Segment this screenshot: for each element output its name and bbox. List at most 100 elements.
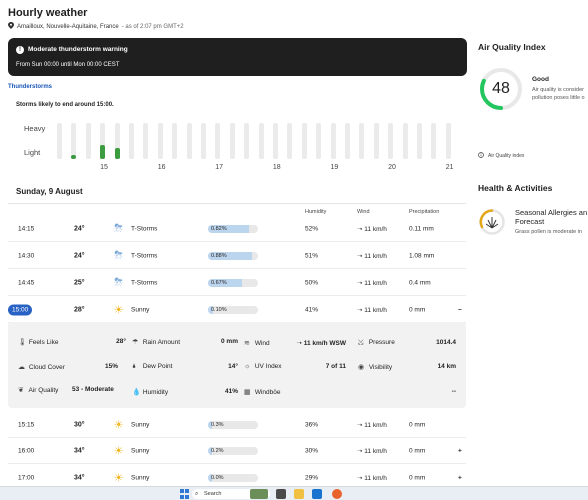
hour-condition: T-Storms bbox=[131, 252, 158, 259]
air-quality-status: Good bbox=[532, 76, 549, 83]
settings-icon[interactable] bbox=[312, 489, 322, 499]
intensity-bar bbox=[445, 123, 451, 159]
windows-start-icon[interactable] bbox=[180, 489, 190, 499]
intensity-bar bbox=[316, 123, 322, 159]
intensity-bar bbox=[301, 123, 307, 159]
detail-pressure-value: 1014.4 bbox=[436, 339, 456, 346]
precip-chance-bar: 0.2% bbox=[208, 446, 258, 455]
hour-wind: ➝ 11 km/h bbox=[357, 474, 387, 482]
droplet-icon: 💧 bbox=[132, 389, 141, 396]
hour-time: 15:00 bbox=[8, 304, 33, 315]
detail-dew-point-value: 14° bbox=[228, 363, 238, 370]
intensity-bar bbox=[172, 123, 178, 159]
hour-precipitation: 0 mm bbox=[409, 306, 426, 313]
sun-icon: ☀ bbox=[113, 445, 124, 457]
expand-toggle-icon[interactable]: − bbox=[458, 306, 462, 313]
hour-time: 15:15 bbox=[18, 421, 35, 428]
hour-humidity: 51% bbox=[305, 252, 319, 259]
thunderstorm-icon: ⛈ bbox=[114, 276, 123, 288]
firefox-icon[interactable] bbox=[332, 489, 342, 499]
hour-condition: Sunny bbox=[131, 474, 150, 481]
table-row[interactable]: 15:00 28° ☀ Sunny 0.10% 41% ➝ 11 km/h 0 mm − bbox=[8, 297, 466, 323]
page-title: Hourly weather bbox=[8, 7, 88, 19]
detail-rain-amount-value: 0 mm bbox=[221, 338, 238, 345]
expand-toggle-icon[interactable]: + bbox=[458, 474, 462, 481]
intensity-bar bbox=[143, 123, 149, 159]
detail-air-quality: ❦ Air Quality bbox=[18, 387, 59, 394]
intensity-bar bbox=[330, 123, 336, 159]
air-quality-gauge[interactable]: 48 bbox=[478, 66, 524, 112]
umbrella-icon: ☂ bbox=[132, 339, 139, 346]
hour-humidity: 41% bbox=[305, 306, 319, 313]
intensity-bar bbox=[258, 123, 264, 159]
intensity-bar bbox=[129, 123, 134, 159]
precip-chance-bar: 0.0% bbox=[208, 473, 258, 482]
search-icon: ⌕ bbox=[195, 491, 199, 497]
thunderstorm-icon: ⛈ bbox=[114, 249, 123, 261]
task-view-icon[interactable] bbox=[276, 489, 286, 499]
allergy-forecast-title[interactable]: Seasonal Allergies an Forecast bbox=[515, 208, 587, 226]
hour-condition: Sunny bbox=[131, 306, 150, 313]
hour-precipitation: 1.08 mm bbox=[409, 252, 435, 259]
precip-chance: 0.82% bbox=[211, 225, 227, 232]
location-pin-icon bbox=[8, 22, 14, 31]
expand-toggle-icon[interactable]: + bbox=[458, 447, 462, 454]
hour-precipitation: 0 mm bbox=[409, 474, 426, 481]
hour-wind: ➝ 11 km/h bbox=[357, 306, 387, 314]
date-heading: Sunday, 9 August bbox=[16, 187, 83, 196]
windows-taskbar: ⌕ Search bbox=[0, 486, 588, 500]
detail-wind-value: ➝ 11 km/h WSW bbox=[296, 340, 346, 347]
table-row[interactable]: 17:00 34° ☀ Sunny 0.0% 29% ➝ 11 km/h 0 mm + bbox=[8, 465, 466, 486]
eye-icon: ◉ bbox=[358, 364, 365, 371]
precip-chance: 0.67% bbox=[211, 279, 227, 286]
x-tick-label: 19 bbox=[330, 164, 339, 171]
intensity-bar bbox=[157, 123, 163, 159]
table-row[interactable]: 16:00 34° ☀ Sunny 0.2% 30% ➝ 11 km/h 0 mm + bbox=[8, 438, 466, 464]
intensity-bar bbox=[287, 123, 293, 159]
detail-humidity-value: 41% bbox=[224, 388, 238, 395]
intensity-bar bbox=[244, 123, 250, 159]
intensity-fill bbox=[114, 148, 120, 159]
storm-intensity-chart: Heavy Light 15 16 17 18 19 20 21 bbox=[20, 118, 465, 178]
air-quality-index-link[interactable]: Air Quality index bbox=[478, 152, 524, 160]
file-explorer-icon[interactable] bbox=[294, 489, 304, 499]
hour-time: 14:15 bbox=[18, 225, 35, 232]
intensity-bar bbox=[114, 123, 120, 159]
location-name[interactable]: Amailloux, Nouvelle-Aquitaine, France bbox=[17, 24, 119, 30]
precip-chance: 0.2% bbox=[211, 447, 224, 454]
hour-temperature: 34° bbox=[74, 447, 85, 454]
hour-temperature: 34° bbox=[74, 474, 85, 481]
table-row[interactable]: 14:15 24° ⛈ T-Storms 0.82% 52% ➝ 11 km/h 0.11 m… bbox=[8, 216, 466, 242]
hour-precipitation: 0 mm bbox=[409, 421, 426, 428]
hour-condition: T-Storms bbox=[131, 279, 158, 286]
precip-chance-bar: 0.82% bbox=[208, 224, 258, 233]
hour-condition: T-Storms bbox=[131, 225, 158, 232]
detail-feels-like-value: 28° bbox=[116, 338, 126, 345]
precip-chance: 0.88% bbox=[211, 252, 227, 259]
y-label-light: Light bbox=[24, 148, 41, 157]
hour-precipitation: 0 mm bbox=[409, 447, 426, 454]
health-activities-title: Health & Activities bbox=[478, 183, 553, 193]
table-row[interactable]: 14:45 25° ⛈ T-Storms 0.67% 50% ➝ 11 km/h 0.4 mm bbox=[8, 270, 466, 296]
intensity-bar bbox=[71, 123, 77, 159]
column-header-humidity: Humidity bbox=[305, 209, 327, 215]
table-row[interactable]: 14:30 24° ⛈ T-Storms 0.88% 51% ➝ 11 km/h 1.08 m… bbox=[8, 243, 466, 269]
x-tick-label: 17 bbox=[215, 164, 224, 171]
intensity-bar bbox=[57, 123, 62, 159]
intensity-bar bbox=[402, 123, 408, 159]
search-highlight-icon[interactable] bbox=[250, 489, 268, 499]
y-label-heavy: Heavy bbox=[24, 124, 46, 133]
weather-alert-banner[interactable]: ! Moderate thunderstorm warning From Sun… bbox=[8, 38, 467, 76]
intensity-bar bbox=[431, 123, 437, 159]
intensity-bar bbox=[186, 123, 192, 159]
thunderstorms-link[interactable]: Thunderstorms bbox=[8, 84, 52, 90]
cloud-icon: ☁ bbox=[18, 364, 25, 371]
detail-uv-index-value: 7 of 11 bbox=[325, 363, 346, 370]
hour-condition: Sunny bbox=[131, 421, 150, 428]
intensity-bar bbox=[229, 123, 235, 159]
allergy-description: Grass pollen is moderate in bbox=[515, 229, 582, 235]
hour-temperature: 28° bbox=[74, 306, 85, 313]
pressure-icon: ⤩ bbox=[358, 339, 364, 346]
table-row[interactable]: 15:15 30° ☀ Sunny 0.3% 36% ➝ 11 km/h 0 mm bbox=[8, 412, 466, 438]
detail-humidity: 💧 Humidity bbox=[132, 389, 169, 396]
